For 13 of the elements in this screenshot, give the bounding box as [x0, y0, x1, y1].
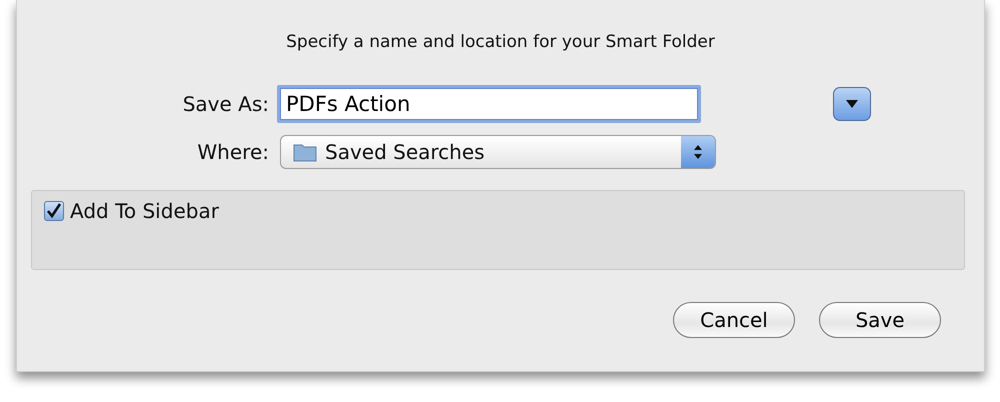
dialog-button[interactable]: Cancel: [673, 302, 795, 338]
triangle-down-icon: [844, 99, 858, 109]
field-label: Save As:: [182, 92, 269, 116]
name-field[interactable]: PDFs Action: [277, 85, 701, 123]
dialog-prompt: Specify a name and location for your Smart Folder: [285, 31, 716, 54]
checkbox[interactable]: [44, 201, 64, 221]
checkbox-label: Add To Sidebar: [70, 199, 219, 223]
dialog-button[interactable]: Save: [819, 302, 941, 338]
field-label: Where:: [196, 140, 269, 164]
expand-button[interactable]: [832, 87, 870, 121]
stepper-arrows-icon: [693, 143, 703, 161]
folder-icon: [293, 142, 317, 162]
location-popup[interactable]: Saved Searches: [280, 135, 716, 169]
